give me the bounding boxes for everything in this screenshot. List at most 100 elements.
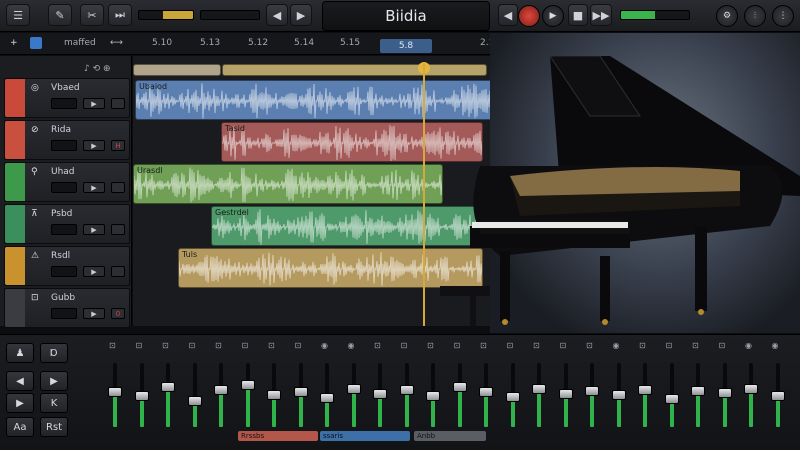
fader-handle[interactable] [505, 392, 520, 402]
channel-icon[interactable]: ◉ [745, 341, 752, 350]
fader-handle[interactable] [134, 391, 149, 401]
channel-icon[interactable]: ◉ [613, 341, 620, 350]
track-end-button[interactable]: 0 [111, 308, 125, 319]
channel-icon[interactable]: ⊡ [427, 341, 434, 350]
bus-label[interactable]: Rrssbs [238, 431, 318, 441]
track-end-button[interactable] [111, 182, 125, 193]
stop-button[interactable]: ■ [568, 4, 588, 26]
transport-rewind-button[interactable]: ◀ [498, 4, 518, 26]
track-play-button[interactable]: ▶ [83, 182, 105, 193]
link-icon[interactable]: ♪ ⟲ ⊕ [84, 64, 111, 74]
channel-icon[interactable]: ⊡ [639, 341, 646, 350]
channel-icon[interactable]: ◉ [348, 341, 355, 350]
record-button[interactable] [518, 5, 540, 27]
play-small-button[interactable]: ▶ [6, 393, 34, 413]
track-header[interactable]: ⊘ Rida ▶ H [4, 120, 130, 160]
menu-icon[interactable]: ☰ [6, 4, 30, 26]
fader-handle[interactable] [214, 385, 228, 395]
fader-handle[interactable] [691, 386, 705, 396]
fader-handle[interactable] [638, 385, 652, 395]
fader-handle[interactable] [320, 393, 334, 403]
track-color-strip[interactable] [5, 247, 25, 285]
track-play-button[interactable]: ▶ [83, 266, 105, 277]
fader-handle[interactable] [532, 384, 546, 394]
audio-clip[interactable]: Gestrdel [211, 206, 481, 246]
track-play-button[interactable]: ▶ [83, 98, 105, 109]
fader-handle[interactable] [585, 386, 599, 396]
channel-icon[interactable]: ⊡ [162, 341, 169, 350]
channel-icon[interactable]: ⊡ [136, 341, 143, 350]
track-end-button[interactable] [111, 98, 125, 109]
channel-icon[interactable]: ⊡ [533, 341, 540, 350]
track-color-strip[interactable] [5, 79, 25, 117]
track-header[interactable]: ⊡ Gubb ▶ 0 [4, 288, 130, 328]
channel-icon[interactable]: ⊡ [401, 341, 408, 350]
rewind-button[interactable]: ◀ [266, 4, 288, 26]
fader-handle[interactable] [187, 396, 202, 406]
track-play-button[interactable]: ▶ [83, 308, 105, 319]
fader-handle[interactable] [770, 391, 785, 401]
playhead-marker[interactable]: 5.8 [380, 39, 432, 53]
track-end-button[interactable] [111, 266, 125, 277]
channel-icon[interactable]: ⊡ [719, 341, 726, 350]
text-button[interactable]: Aa [6, 417, 34, 437]
forward-button[interactable]: ▶ [290, 4, 312, 26]
play-button[interactable]: ▶ [542, 5, 564, 27]
channel-icon[interactable]: ◉ [321, 341, 328, 350]
scissors-icon[interactable]: ✂ [80, 4, 104, 26]
fader-handle[interactable] [399, 385, 414, 395]
audio-clip[interactable]: Tasid [221, 122, 483, 162]
pencil-icon[interactable]: ✎ [48, 4, 72, 26]
mixer-icon[interactable]: ⋮ [772, 5, 794, 27]
channel-icon[interactable]: ⊡ [242, 341, 249, 350]
audio-clip[interactable]: Tuls [178, 248, 483, 288]
track-header[interactable]: ◎ Vbaed ▶ [4, 78, 130, 118]
fader-handle[interactable] [161, 382, 175, 392]
snap-icon[interactable] [30, 37, 42, 49]
track-slot[interactable] [51, 224, 77, 235]
fader-handle[interactable] [717, 388, 732, 398]
track-color-strip[interactable] [5, 205, 25, 243]
track-color-strip[interactable] [5, 121, 25, 159]
fader-handle[interactable] [744, 384, 758, 394]
fader-handle[interactable] [452, 382, 467, 392]
channel-icon[interactable]: ⊡ [295, 341, 302, 350]
track-header[interactable]: ⊼ Psbd ▶ [4, 204, 130, 244]
channel-icon[interactable]: ⊡ [586, 341, 593, 350]
fader-handle[interactable] [664, 394, 679, 404]
fader-handle[interactable] [373, 389, 387, 399]
bus-label[interactable]: Anbb [414, 431, 486, 441]
channel-icon[interactable]: ⊡ [666, 341, 673, 350]
scale-icon[interactable]: ⟷ [110, 38, 123, 48]
bus-label[interactable]: ssaris [320, 431, 410, 441]
track-slot[interactable] [51, 140, 77, 151]
marker-clip[interactable] [222, 64, 487, 76]
track-slot[interactable] [51, 98, 77, 109]
fader-handle[interactable] [267, 390, 281, 400]
channel-icon[interactable]: ⊡ [507, 341, 514, 350]
fader-handle[interactable] [479, 387, 493, 397]
track-color-strip[interactable] [5, 289, 25, 327]
audio-clip[interactable]: Ubaiod [135, 80, 495, 120]
fader-handle[interactable] [108, 387, 122, 397]
track-slot[interactable] [51, 308, 77, 319]
fader-handle[interactable] [240, 380, 255, 390]
add-track-icon[interactable]: + [10, 38, 18, 48]
track-slot[interactable] [51, 182, 77, 193]
channel-icon[interactable]: ⊡ [189, 341, 196, 350]
channel-icon[interactable]: ⊡ [692, 341, 699, 350]
channel-icon[interactable]: ⊡ [109, 341, 116, 350]
channel-icon[interactable]: ⊡ [268, 341, 275, 350]
marker-clip[interactable] [133, 64, 221, 76]
channel-icon[interactable]: ⊡ [374, 341, 381, 350]
fast-forward-button[interactable]: ▶▶ [590, 4, 612, 26]
track-header[interactable]: ⚠ Rsdl ▶ [4, 246, 130, 286]
fader-handle[interactable] [293, 387, 308, 397]
track-color-strip[interactable] [5, 163, 25, 201]
channel-icon[interactable]: ◉ [772, 341, 779, 350]
fader-handle[interactable] [346, 384, 361, 394]
loop-button[interactable]: Ɒ [40, 343, 68, 363]
track-end-button[interactable]: H [111, 140, 125, 151]
channel-icon[interactable]: ⊡ [215, 341, 222, 350]
channel-icon[interactable]: ⊡ [480, 341, 487, 350]
